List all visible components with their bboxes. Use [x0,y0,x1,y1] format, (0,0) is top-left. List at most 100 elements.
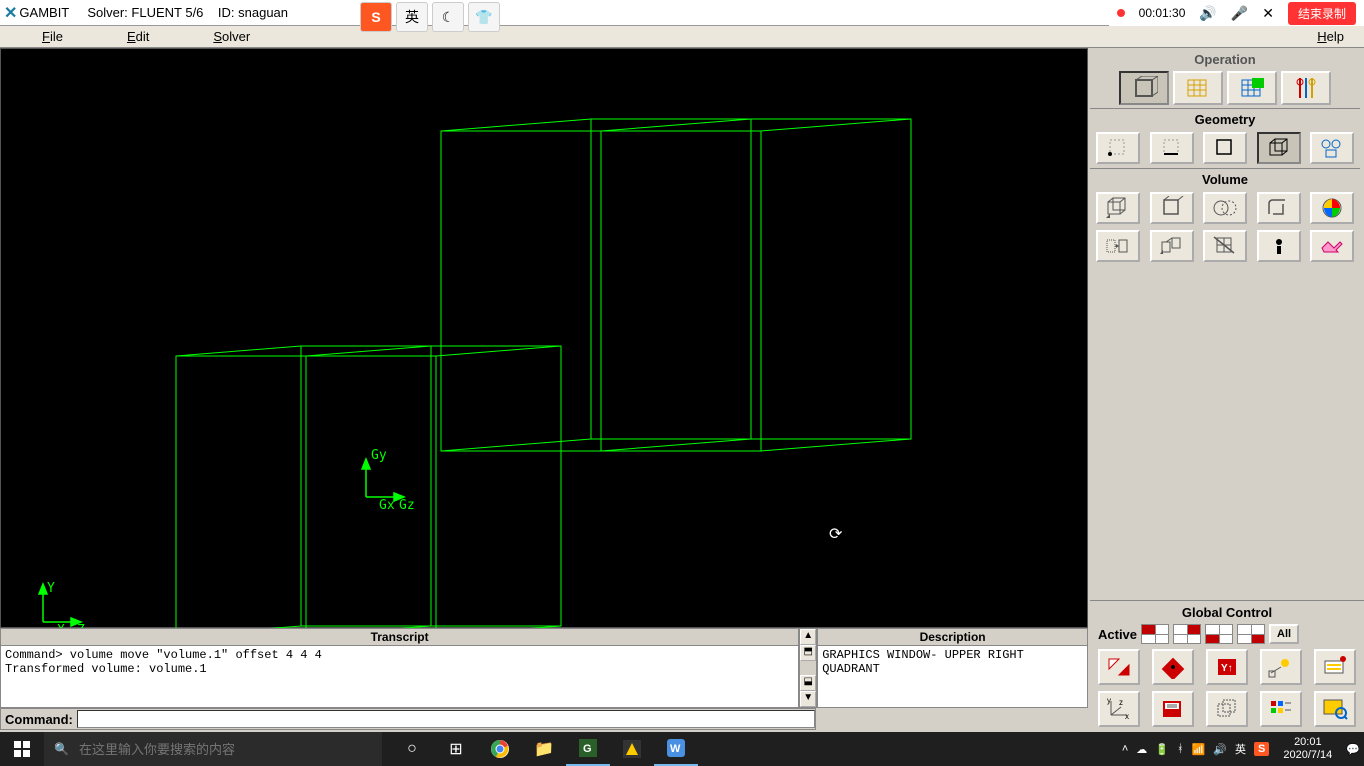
operation-label: Operation [1090,50,1360,69]
group-button[interactable] [1310,132,1354,164]
onedrive-icon[interactable]: ☁ [1136,743,1147,756]
scroll-page-down-icon[interactable]: ⬓ [800,675,816,691]
gambit-task-icon[interactable]: G [566,732,610,766]
graphics-viewport[interactable]: Gy Gx Gz Y X Z ⟳ [0,48,1088,628]
moon-icon[interactable]: ☾ [432,2,464,32]
select-button[interactable] [1152,649,1194,685]
svg-text:Y↑: Y↑ [1221,663,1233,674]
app-task-icon[interactable] [610,732,654,766]
volume-button[interactable] [1257,132,1301,164]
right-tool-panel: Operation Geometry Volume [1088,48,1362,628]
task-view-icon[interactable]: ⊞ [434,732,478,766]
merge-volume-button[interactable] [1203,230,1247,262]
solver-label: Solver: [87,5,127,20]
axis-y-label: Y [47,581,55,596]
quadrant-br-button[interactable] [1237,624,1265,644]
orient-button[interactable]: Y↑ [1206,649,1248,685]
recording-bar: 00:01:30 🔊 🎤 ✕ 结束录制 [1109,0,1364,26]
quadrant-tl-button[interactable] [1141,624,1169,644]
system-tray: ˄ ☁ 🔋 ᚼ 📶 🔊 英 S 20:01 2020/7/14 💬 [1122,736,1364,762]
scroll-page-up-icon[interactable]: ⬒ [800,645,816,661]
tray-chevron-up-icon[interactable]: ˄ [1122,743,1128,755]
quadrant-all-button[interactable]: All [1269,624,1299,644]
description-panel: Description GRAPHICS WINDOW- UPPER RIGHT… [817,628,1088,708]
blend-volume-button[interactable] [1257,192,1301,224]
sogou-tray-icon[interactable]: S [1254,742,1269,756]
search-icon: 🔍 [54,742,69,756]
menu-help[interactable]: Help [1285,27,1354,46]
bluetooth-icon[interactable]: ᚼ [1177,743,1184,755]
light-button[interactable] [1260,649,1302,685]
shirt-icon[interactable]: 👕 [468,2,500,32]
battery-icon[interactable]: 🔋 [1155,743,1169,756]
taskbar-search[interactable]: 🔍 [44,732,382,766]
wps-task-icon[interactable]: W [654,732,698,766]
description-body: GRAPHICS WINDOW- UPPER RIGHT QUADRANT [818,646,1087,707]
search-input[interactable] [79,742,372,757]
delete-volume-button[interactable] [1310,230,1354,262]
notifications-icon[interactable]: 💬 [1346,743,1360,756]
shade-button[interactable] [1152,691,1194,727]
boolean-volume-button[interactable] [1203,192,1247,224]
windows-icon [14,741,30,757]
geometry-op-button[interactable] [1119,71,1169,105]
mesh-op-button[interactable] [1173,71,1223,105]
app-name: GAMBIT [19,5,69,20]
color-volume-button[interactable] [1310,192,1354,224]
menu-edit[interactable]: Edit [95,27,181,46]
mic-icon[interactable]: 🎤 [1231,5,1248,22]
start-button[interactable] [0,732,44,766]
axis-display-button[interactable]: yxz [1098,691,1140,727]
description-header: Description [818,629,1087,646]
command-input[interactable] [77,710,815,728]
menu-solver[interactable]: Solver [181,27,282,46]
face-button[interactable] [1203,132,1247,164]
axis-gz-label: Gz [399,498,415,513]
visibility-button[interactable] [1260,691,1302,727]
render-button[interactable] [1206,691,1248,727]
menu-file[interactable]: File [10,27,95,46]
cortana-icon[interactable]: ○ [390,732,434,766]
split-volume-button[interactable] [1150,230,1194,262]
form-volume-button[interactable] [1150,192,1194,224]
axis-gx-label: Gx [379,498,395,513]
summarize-volume-button[interactable] [1257,230,1301,262]
file-explorer-icon[interactable]: 📁 [522,732,566,766]
sogou-icon[interactable]: S [360,2,392,32]
stop-record-button[interactable]: 结束录制 [1288,2,1356,25]
windows-taskbar: 🔍 ○ ⊞ 📁 G W ˄ ☁ 🔋 ᚼ 📶 🔊 英 S 20:01 2020/7… [0,732,1364,766]
edge-button[interactable] [1150,132,1194,164]
ime-lang-button[interactable]: 英 [396,2,428,32]
title-bar: ✕ GAMBIT Solver: FLUENT 5/6 ID: snaguan … [0,0,1364,26]
id-label: ID: [218,5,235,20]
examine-button[interactable] [1314,691,1356,727]
scroll-down-icon[interactable]: ▼ [800,691,816,707]
wifi-icon[interactable]: 📶 [1192,743,1206,756]
app-title: GAMBIT Solver: FLUENT 5/6 ID: snaguan [19,5,288,20]
transcript-body: Command> volume move "volume.1" offset 4… [1,646,798,707]
close-recorder-icon[interactable]: ✕ [1262,5,1274,22]
fit-button[interactable] [1098,649,1140,685]
id-value: snaguan [238,5,288,20]
volume-icon[interactable]: 🔊 [1213,743,1227,756]
transcript-line1: Command> volume move "volume.1" offset 4… [5,648,322,662]
menu-bar: File Edit Solver Help [0,26,1364,48]
speaker-icon[interactable]: 🔊 [1199,5,1216,22]
zones-op-button[interactable] [1227,71,1277,105]
clock-date: 2020/7/14 [1283,749,1332,762]
scroll-up-icon[interactable]: ▲ [800,629,816,645]
transcript-panel: Transcript Command> volume move "volume.… [0,628,799,708]
create-volume-button[interactable] [1096,192,1140,224]
annotate-button[interactable] [1314,649,1356,685]
svg-text:G: G [583,743,592,755]
move-volume-button[interactable] [1096,230,1140,262]
svg-text:z: z [1119,698,1123,707]
quadrant-bl-button[interactable] [1205,624,1233,644]
quadrant-tr-button[interactable] [1173,624,1201,644]
tools-op-button[interactable] [1281,71,1331,105]
clock[interactable]: 20:01 2020/7/14 [1277,736,1338,762]
vertex-button[interactable] [1096,132,1140,164]
chrome-icon[interactable] [478,732,522,766]
ime-indicator[interactable]: 英 [1235,741,1246,757]
transcript-scrollbar[interactable]: ▲ ⬒ ⬓ ▼ [799,628,817,708]
